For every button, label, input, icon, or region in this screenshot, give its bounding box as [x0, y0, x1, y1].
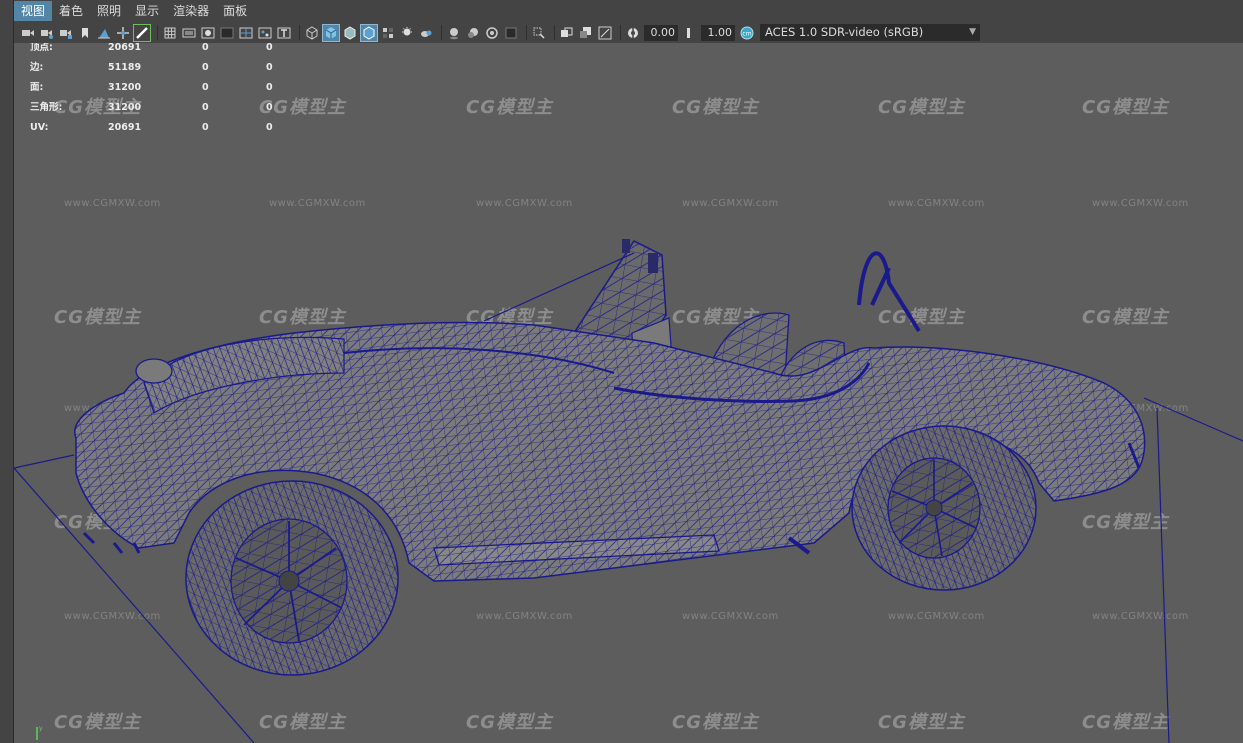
camera-frame-icon[interactable] — [597, 25, 613, 41]
chevron-down-icon: ▼ — [969, 27, 976, 37]
svg-text:y: y — [39, 725, 43, 732]
use-all-lights-icon[interactable] — [380, 25, 396, 41]
smooth-shade-icon[interactable] — [322, 23, 340, 42]
wireframe-on-shaded-icon[interactable] — [342, 25, 358, 41]
resolution-gate-icon[interactable] — [200, 25, 216, 41]
color-space-dropdown[interactable]: ACES 1.0 SDR-video (sRGB) ▼ — [760, 24, 980, 41]
camera-icon[interactable] — [20, 25, 36, 41]
shadows-icon[interactable] — [399, 25, 415, 41]
grid-icon[interactable] — [162, 25, 178, 41]
camera-attr-icon[interactable] — [58, 25, 74, 41]
toolbar-separator — [157, 25, 158, 40]
depth-of-field-icon[interactable] — [484, 25, 500, 41]
gamma-field[interactable]: 1.00 — [701, 24, 735, 41]
xray-joints-icon[interactable] — [559, 25, 575, 41]
menu-view[interactable]: 视图 — [14, 1, 53, 21]
color-space-value: ACES 1.0 SDR-video (sRGB) — [765, 25, 924, 39]
grease-pencil-icon[interactable] — [133, 23, 151, 42]
exposure-icon[interactable] — [625, 25, 641, 41]
toolbar-separator — [441, 25, 442, 40]
menu-renderer[interactable]: 渲染器 — [166, 1, 216, 21]
wireframe-icon[interactable] — [304, 25, 320, 41]
color-management-icon[interactable]: cm — [739, 25, 755, 41]
film-gate-icon[interactable] — [181, 25, 197, 41]
toolbar-separator — [299, 25, 300, 40]
camera-lock-icon[interactable] — [39, 25, 55, 41]
textured-icon[interactable] — [360, 23, 378, 42]
safe-title-icon[interactable] — [276, 25, 292, 41]
toolbar-separator — [554, 25, 555, 40]
menu-panels[interactable]: 面板 — [216, 1, 254, 21]
ambient-occlusion-icon[interactable] — [418, 25, 434, 41]
panel-menu-bar: 视图 着色 照明 显示 渲染器 面板 — [14, 0, 1243, 22]
bookmark-icon[interactable] — [77, 25, 93, 41]
svg-text:cm: cm — [742, 30, 751, 37]
maya-viewport-panel: 视图 着色 照明 显示 渲染器 面板 0.00 1.00 cm ACES 1.0… — [0, 0, 1243, 743]
image-plane-icon[interactable] — [96, 25, 112, 41]
left-edge-strip — [0, 0, 14, 743]
panel-toolbar: 0.00 1.00 cm ACES 1.0 SDR-video (sRGB) ▼ — [14, 22, 1243, 43]
xray-components-icon[interactable] — [578, 25, 594, 41]
move-icon[interactable] — [115, 25, 131, 41]
menu-show[interactable]: 显示 — [128, 1, 166, 21]
motion-blur-icon[interactable] — [446, 25, 462, 41]
gate-mask-icon[interactable] — [219, 25, 235, 41]
field-chart-icon[interactable] — [238, 25, 254, 41]
toolbar-separator — [620, 25, 621, 40]
3d-viewport[interactable]: CG模型主 CG模型主 CG模型主 CG模型主 CG模型主 CG模型主 CG模型主 CG模型主… — [14, 43, 1243, 743]
menu-lighting[interactable]: 照明 — [90, 1, 128, 21]
toolbar-separator — [526, 25, 527, 40]
axis-gizmo-icon: y — [36, 725, 43, 740]
safe-action-icon[interactable] — [257, 25, 273, 41]
car-wireframe-model[interactable] — [14, 43, 1243, 743]
menu-shading[interactable]: 着色 — [52, 1, 90, 21]
exposure-field[interactable]: 0.00 — [644, 24, 678, 41]
anti-alias-icon[interactable] — [465, 25, 481, 41]
isolate-select-icon[interactable] — [503, 25, 519, 41]
xray-icon[interactable] — [531, 25, 547, 41]
gamma-icon[interactable] — [682, 25, 698, 41]
